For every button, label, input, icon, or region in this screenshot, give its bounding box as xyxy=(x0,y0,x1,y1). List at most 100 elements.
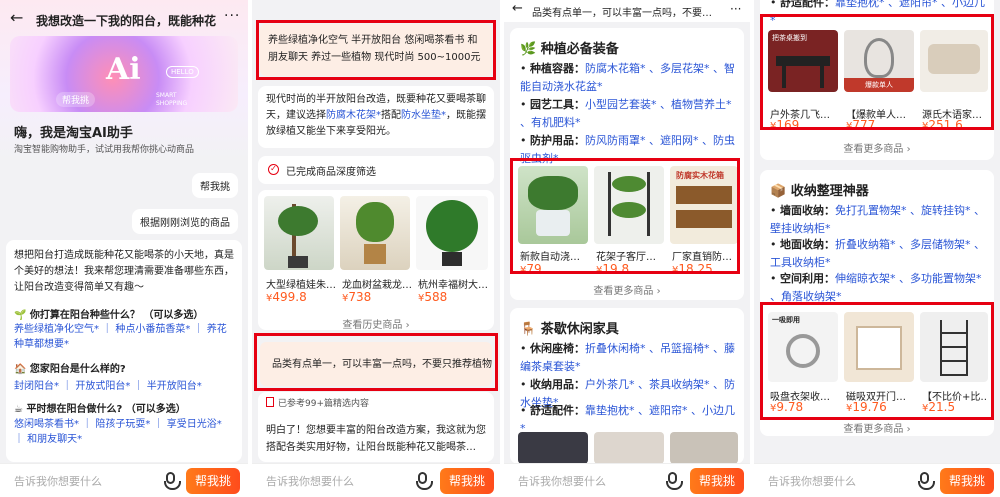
product-image-3[interactable]: 防腐实木花箱 xyxy=(670,166,738,244)
product-name[interactable]: 新款自动浇… xyxy=(520,248,588,263)
summary-link-1[interactable]: 防腐木花架* xyxy=(326,110,381,121)
ask-input[interactable]: 告诉我你想要什么 xyxy=(518,473,606,489)
product-name[interactable]: 龙血树盆栽龙… xyxy=(342,276,412,291)
banner-tag-1: SMART xyxy=(156,92,177,99)
product-price: ¥19.76 xyxy=(846,400,887,414)
category-card: • 舒适配件：靠垫抱枕* 、遮阳帘* 、小边几* 把茶桌搬到 爆款单人 户外茶几… xyxy=(760,0,994,160)
product-image-1[interactable] xyxy=(518,432,588,464)
view-more-label: 查看更多商品 xyxy=(843,424,904,435)
ask-input[interactable]: 告诉我你想要什么 xyxy=(14,473,102,489)
product-price: ¥21.5 xyxy=(922,400,956,414)
product-image-1[interactable]: 一吸即用 xyxy=(768,312,838,382)
product-image-3[interactable] xyxy=(920,30,988,92)
rack-icon xyxy=(940,320,968,376)
product-price: ¥738 xyxy=(342,290,372,304)
microphone-icon[interactable] xyxy=(164,472,181,490)
microphone-icon[interactable] xyxy=(416,472,433,490)
top-header: ← 品类有点单一，可以丰富一点吗，不要… ··· xyxy=(504,0,750,22)
product-name[interactable]: 大型绿植娃朱… xyxy=(266,276,336,291)
summary-text: 现代时尚的半开放阳台改造，既要种花又要喝茶聊天，建议选择防腐木花架*搭配防水坐垫… xyxy=(266,92,486,140)
product-image-label: 爆款单人 xyxy=(844,78,914,92)
price-value: 19.76 xyxy=(852,400,887,414)
user-choice-message: 养些绿植净化空气 半开放阳台 悠闲喝茶看书 和朋友聊天 养过一些植物 现代时尚 … xyxy=(260,24,492,76)
section-title-text: 收纳整理神器 xyxy=(790,184,869,199)
product-price: ¥9.78 xyxy=(770,400,804,414)
price-value: 588 xyxy=(424,290,448,304)
question-2-options[interactable]: 封闭阳台* ｜ 开放式阳台* ｜ 半开放阳台* xyxy=(14,377,234,392)
ask-input[interactable]: 告诉我你想要什么 xyxy=(768,473,856,489)
answer-text: 明白了！您想要丰富的阳台改造方案，我这就为您搭配各类实用好物，让阳台既能种花又能… xyxy=(266,425,486,453)
filter-done-text: 已完成商品深度筛选 xyxy=(286,167,376,178)
row-key: 防护用品： xyxy=(530,134,585,147)
sofa-icon xyxy=(928,44,980,74)
product-image-label: 把茶桌搬到 xyxy=(772,34,807,42)
question-3-options[interactable]: 悠闲喝茶看书* ｜ 陪孩子玩耍* ｜ 享受日光浴* ｜ 和朋友聊天* xyxy=(14,417,234,447)
product-image-2[interactable] xyxy=(594,166,664,244)
question-1-options[interactable]: 养些绿植净化空气* ｜ 种点小番茄香菜* ｜ 养花种草都想要* xyxy=(14,322,234,352)
banner-tag-2: SHOPPING xyxy=(156,100,188,107)
view-more-label: 查看更多商品 xyxy=(843,144,904,155)
summary-card: 现代时尚的半开放阳台改造，既要种花又要喝茶聊天，建议选择防腐木花架*搭配防水坐垫… xyxy=(258,86,494,148)
product-image-label: 防腐实木花箱 xyxy=(676,171,724,180)
category-row: • 地面收纳：折叠收纳箱* 、多层储物架* 、工具收纳柜* xyxy=(770,238,985,269)
page-title: 品类有点单一，可以丰富一点吗，不要… xyxy=(532,8,712,19)
product-image-1[interactable] xyxy=(264,196,334,270)
category-row: • 墙面收纳：免打孔置物架* 、旋转挂钩* 、壁挂收纳柜* xyxy=(770,204,985,235)
page-title: 我想改造一下我的阳台，既能种花又能… xyxy=(36,14,216,28)
row-key: 舒适配件： xyxy=(530,404,585,417)
input-bar: 告诉我你想要什么 帮我挑 xyxy=(754,463,1000,497)
microphone-icon[interactable] xyxy=(666,472,683,490)
view-history-link[interactable]: 查看历史商品 › xyxy=(258,316,494,331)
question-2: 🏠 您家阳台是什么样的? xyxy=(14,364,126,375)
row-key: 地面收纳： xyxy=(780,238,835,251)
box-icon: 📦 xyxy=(770,184,787,199)
view-more-link[interactable]: 查看更多商品 › xyxy=(760,420,994,435)
product-price: ¥169 xyxy=(770,118,800,132)
help-me-pick-button[interactable]: 帮我挑 xyxy=(690,468,744,494)
microphone-icon[interactable] xyxy=(918,472,935,490)
pot-icon xyxy=(442,252,462,266)
product-image-3[interactable] xyxy=(920,312,988,382)
help-me-pick-button[interactable]: 帮我挑 xyxy=(940,468,994,494)
category-card: 🪑 茶歇休闲家具 • 休闲座椅：折叠休闲椅* 、吊篮摇椅* 、藤编茶桌套装* •… xyxy=(510,308,744,464)
product-image-2[interactable] xyxy=(340,196,410,270)
product-image-1[interactable] xyxy=(518,166,588,244)
more-dots-icon[interactable]: ··· xyxy=(224,8,240,24)
view-more-link[interactable]: 查看更多商品 › xyxy=(760,140,994,155)
product-price: ¥79 xyxy=(520,262,542,276)
input-bar: 告诉我你想要什么 帮我挑 xyxy=(504,463,750,497)
back-arrow-icon[interactable]: ← xyxy=(512,2,523,15)
assistant-intro: 想把阳台打造成既能种花又能喝茶的小天地，真是个美好的想法！我来帮您理清需要准备哪… xyxy=(14,250,234,293)
product-name[interactable]: 厂家直销防… xyxy=(672,248,738,263)
pot-icon xyxy=(364,244,386,264)
product-image-3[interactable] xyxy=(416,196,488,270)
row-key: 墙面收纳： xyxy=(780,204,835,217)
help-me-pick-button[interactable]: 帮我挑 xyxy=(440,468,494,494)
section-title-furniture: 🪑 茶歇休闲家具 xyxy=(520,318,619,337)
help-me-pick-button[interactable]: 帮我挑 xyxy=(186,468,240,494)
product-image-2[interactable]: 爆款单人 xyxy=(844,30,914,92)
product-image-2[interactable] xyxy=(844,312,914,382)
category-row: • 舒适配件：靠垫抱枕* 、遮阳帘* 、小边几* xyxy=(770,0,988,30)
answer-card: 已参考99+篇精选内容 明白了！您想要丰富的阳台改造方案，我这就为您搭配各类实用… xyxy=(258,392,494,462)
plant-leaves-icon xyxy=(356,202,394,242)
plant-leaves-icon xyxy=(426,200,478,252)
price-value: 777 xyxy=(852,118,876,132)
view-more-link[interactable]: 查看更多商品 › xyxy=(510,282,744,297)
hello-badge: HELLO xyxy=(166,66,199,78)
back-arrow-icon[interactable]: ← xyxy=(10,10,23,26)
more-dots-icon[interactable]: ··· xyxy=(730,2,741,16)
row-key: 种植容器： xyxy=(530,62,585,75)
section-title-storage: 📦 收纳整理神器 xyxy=(770,180,869,199)
product-name[interactable]: 花架子客厅… xyxy=(596,248,664,263)
product-name[interactable]: 杭州幸福树大… xyxy=(418,276,488,291)
summary-link-2[interactable]: 防水坐垫* xyxy=(401,110,446,121)
ask-input[interactable]: 告诉我你想要什么 xyxy=(266,473,354,489)
product-image-label: 一吸即用 xyxy=(772,316,800,324)
product-image-1[interactable]: 把茶桌搬到 xyxy=(768,30,838,92)
product-image-3[interactable] xyxy=(670,432,738,464)
price-value: 79 xyxy=(526,262,542,276)
product-image-2[interactable] xyxy=(594,432,664,464)
table-icon xyxy=(776,56,830,66)
panel-4-storage: • 舒适配件：靠垫抱枕* 、遮阳帘* 、小边几* 把茶桌搬到 爆款单人 户外茶几… xyxy=(754,0,1000,497)
